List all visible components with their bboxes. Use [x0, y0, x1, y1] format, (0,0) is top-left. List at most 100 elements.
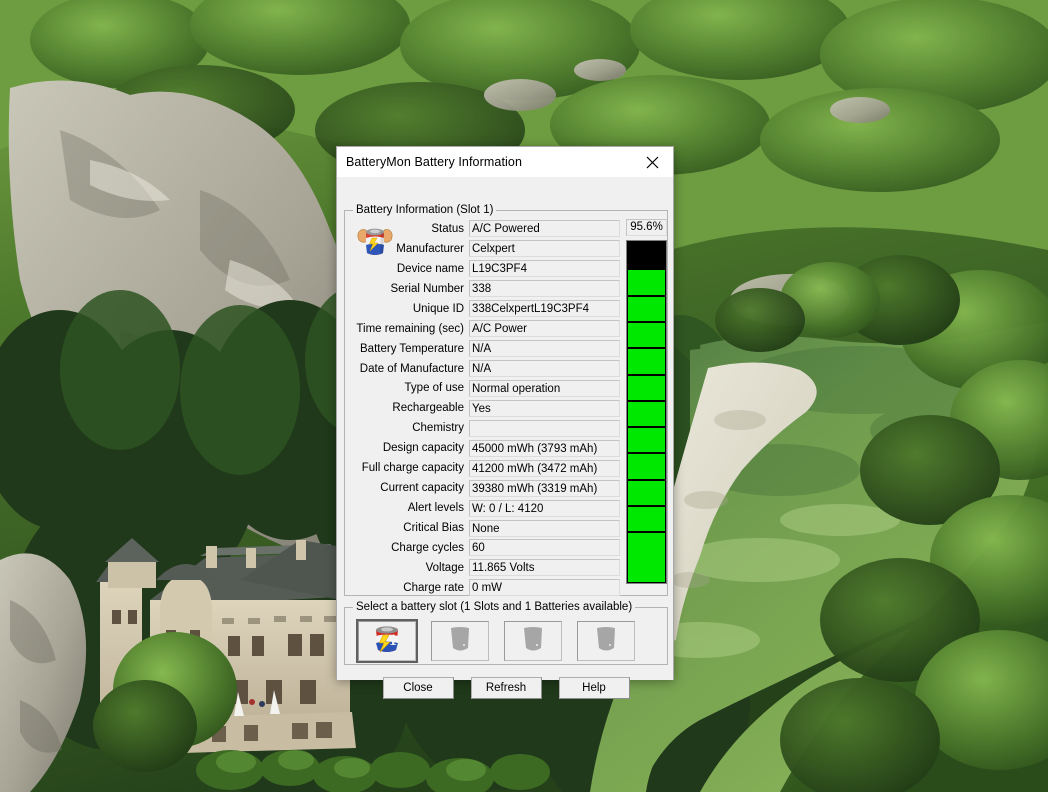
- battery-field-row: Manufacturer Celxpert: [352, 239, 620, 259]
- battery-field-value[interactable]: Normal operation: [469, 379, 620, 397]
- battery-slot-1[interactable]: 1: [356, 619, 418, 663]
- battery-field-label: Time remaining (sec): [356, 322, 464, 335]
- battery-field-row: Voltage 11.865 Volts: [352, 558, 620, 578]
- charge-level-bar: [626, 240, 667, 584]
- battery-slot-group: Select a battery slot (1 Slots and 1 Bat…: [344, 601, 668, 665]
- battery-field-value[interactable]: 338CelxpertL19C3PF4: [469, 300, 620, 318]
- battery-field-value[interactable]: 39380 mWh (3319 mAh): [469, 479, 620, 497]
- dialog-title: BatteryMon Battery Information: [346, 155, 522, 169]
- dialog-button-bar: Close Refresh Help: [337, 677, 675, 699]
- battery-information-group: Battery Information (Slot 1) Status A/C …: [344, 204, 668, 598]
- battery-field-label: Serial Number: [390, 282, 465, 295]
- battery-field-value[interactable]: None: [469, 519, 620, 537]
- gauge-segment-filled: [628, 531, 665, 558]
- battery-field-value[interactable]: 11.865 Volts: [469, 559, 620, 577]
- battery-field-label: Date of Manufacture: [359, 362, 464, 375]
- battery-field-row: Date of Manufacture N/A: [352, 359, 620, 379]
- battery-field-label: Charge cycles: [391, 541, 464, 554]
- battery-field-label: Alert levels: [407, 502, 464, 515]
- gauge-segment-empty: [628, 241, 665, 269]
- battery-slot-list: 1: [356, 619, 637, 663]
- battery-field-value[interactable]: A/C Powered: [469, 220, 620, 238]
- battery-field-value[interactable]: Yes: [469, 399, 620, 417]
- battery-slot-2[interactable]: [429, 619, 491, 663]
- empty-slot-icon: [445, 624, 475, 659]
- desktop: BatteryMon Battery Information Battery I…: [0, 0, 1048, 792]
- battery-slot-inner: [504, 621, 562, 661]
- battery-slot-inner: [577, 621, 635, 661]
- battery-field-label: Type of use: [404, 382, 464, 395]
- battery-field-label: Charge rate: [403, 581, 464, 594]
- battery-field-value[interactable]: A/C Power: [469, 320, 620, 338]
- battery-field-value[interactable]: 0 mW: [469, 579, 620, 597]
- battery-information-group-title: Battery Information (Slot 1): [353, 204, 497, 216]
- help-button[interactable]: Help: [558, 677, 630, 699]
- gauge-segment-filled: [628, 426, 665, 453]
- battery-field-value[interactable]: W: 0 / L: 4120: [469, 499, 620, 517]
- battery-field-value[interactable]: 45000 mWh (3793 mAh): [469, 439, 620, 457]
- gauge-segment-filled: [628, 294, 665, 321]
- battery-slot-4[interactable]: [575, 619, 637, 663]
- gauge-segment-filled: [628, 268, 665, 295]
- battery-field-row: Alert levels W: 0 / L: 4120: [352, 498, 620, 518]
- battery-field-label: Voltage: [425, 561, 464, 574]
- battery-field-label: Design capacity: [382, 442, 464, 455]
- battery-field-row: Full charge capacity 41200 mWh (3472 mAh): [352, 458, 620, 478]
- battery-field-row: Chemistry: [352, 418, 620, 438]
- dialog-titlebar[interactable]: BatteryMon Battery Information: [337, 147, 673, 177]
- battery-field-value[interactable]: N/A: [469, 340, 620, 358]
- battery-field-label: Manufacturer: [396, 242, 464, 255]
- battery-field-label: Critical Bias: [403, 522, 464, 535]
- gauge-segment-filled: [628, 373, 665, 400]
- battery-field-row: Charge rate 0 mW: [352, 578, 620, 598]
- battery-slot-3[interactable]: [502, 619, 564, 663]
- battery-field-row: Battery Temperature N/A: [352, 339, 620, 359]
- battery-fields-list: Status A/C Powered Manufacturer Celxpert Dev…: [352, 219, 620, 598]
- battery-field-label: Chemistry: [412, 422, 464, 435]
- gauge-segment-filled: [628, 320, 665, 348]
- empty-slot-icon: [591, 624, 621, 659]
- battery-field-value[interactable]: N/A: [469, 360, 620, 378]
- gauge-segment-filled: [628, 347, 665, 374]
- battery-slot-inner: [431, 621, 489, 661]
- charge-percent-label: 95.6%: [626, 219, 667, 236]
- gauge-segment-filled: [628, 452, 665, 479]
- battery-1-icon: 1: [370, 623, 404, 660]
- refresh-button[interactable]: Refresh: [470, 677, 542, 699]
- battery-field-value[interactable]: L19C3PF4: [469, 260, 620, 278]
- battery-field-label: Current capacity: [380, 482, 464, 495]
- battery-field-value[interactable]: 60: [469, 539, 620, 557]
- battery-field-label: Full charge capacity: [361, 462, 464, 475]
- battery-field-label: Status: [431, 222, 464, 235]
- battery-field-row: Device name L19C3PF4: [352, 259, 620, 279]
- empty-slot-icon: [518, 624, 548, 659]
- batterymon-dialog: BatteryMon Battery Information Battery I…: [336, 146, 674, 699]
- battery-slot-inner: 1: [358, 621, 416, 661]
- close-window-button[interactable]: [631, 147, 673, 177]
- battery-field-row: Current capacity 39380 mWh (3319 mAh): [352, 478, 620, 498]
- battery-field-row: Time remaining (sec) A/C Power: [352, 319, 620, 339]
- battery-field-row: Type of use Normal operation: [352, 379, 620, 399]
- battery-field-value[interactable]: Celxpert: [469, 240, 620, 258]
- gauge-segment-filled: [628, 557, 665, 582]
- battery-field-value[interactable]: 338: [469, 280, 620, 298]
- battery-field-row: Serial Number 338: [352, 279, 620, 299]
- battery-field-row: Status A/C Powered: [352, 219, 620, 239]
- close-icon: [646, 156, 659, 169]
- battery-field-label: Battery Temperature: [360, 342, 464, 355]
- close-button[interactable]: Close: [382, 677, 454, 699]
- battery-field-row: Unique ID 338CelxpertL19C3PF4: [352, 299, 620, 319]
- gauge-segment-filled: [628, 478, 665, 506]
- battery-field-label: Rechargeable: [392, 402, 464, 415]
- svg-text:1: 1: [389, 632, 397, 649]
- battery-field-value[interactable]: [469, 419, 620, 437]
- battery-field-row: Design capacity 45000 mWh (3793 mAh): [352, 438, 620, 458]
- charge-gauge: 95.6%: [626, 219, 667, 584]
- battery-field-label: Device name: [396, 262, 464, 275]
- battery-field-row: Critical Bias None: [352, 518, 620, 538]
- dialog-client-area: Battery Information (Slot 1) Status A/C …: [337, 177, 673, 699]
- gauge-segment-filled: [628, 399, 665, 427]
- battery-slot-group-title: Select a battery slot (1 Slots and 1 Bat…: [353, 601, 636, 613]
- battery-field-value[interactable]: 41200 mWh (3472 mAh): [469, 459, 620, 477]
- battery-field-row: Charge cycles 60: [352, 538, 620, 558]
